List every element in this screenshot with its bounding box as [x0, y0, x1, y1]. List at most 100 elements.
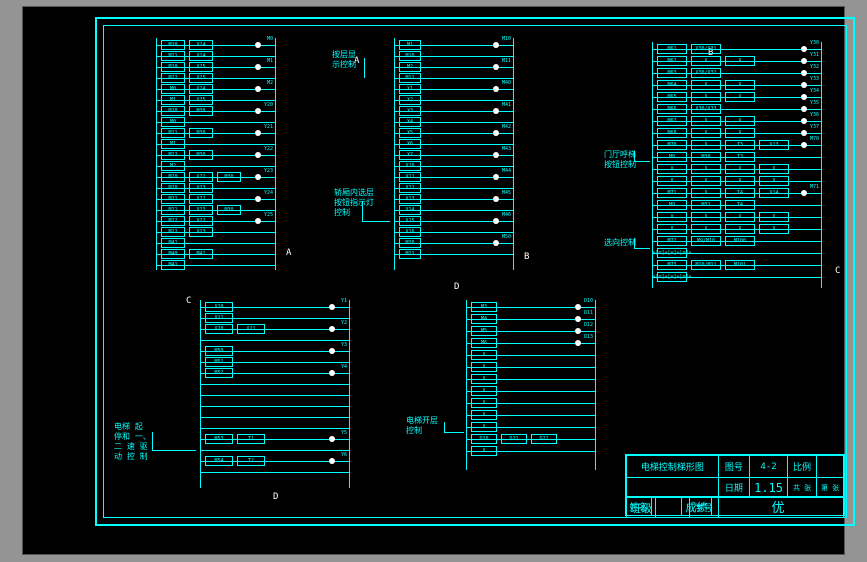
- ladder-contact: M31: [691, 200, 721, 210]
- leader-line: [362, 221, 390, 222]
- anno-e1-text: 门厅呼梯按钮控制: [604, 150, 636, 169]
- ladder-contact: X10: [399, 161, 421, 171]
- ladder-contact: M20: [161, 172, 185, 182]
- ladder-contact: M73: [657, 260, 687, 270]
- ladder-contact: M5: [471, 326, 497, 336]
- ladder-contact: X: [725, 176, 755, 186]
- ladder-contact: X13: [399, 194, 421, 204]
- ladder-contact: X13: [759, 140, 789, 150]
- ladder-contact: X: [657, 224, 687, 234]
- ladder-contact: X30/X32: [691, 68, 721, 78]
- pages-label: 共 张: [788, 478, 817, 498]
- mark-b2: B: [524, 252, 529, 262]
- ladder-coil-label: M46: [502, 212, 511, 218]
- anno-a: 按层显示控制: [332, 50, 372, 70]
- ladder-contact: M20: [399, 238, 421, 248]
- ladder-block-d: M3D10M4D11M5D12M6D13XXXXXXXD20D21D22X: [466, 300, 596, 470]
- ladder-contact: M40: [161, 249, 185, 259]
- ladder-contact: M21: [161, 128, 185, 138]
- ladder-contact: X: [691, 224, 721, 234]
- sheetno-label: 图号: [718, 456, 749, 478]
- ladder-coil-label: D13: [584, 334, 593, 340]
- ladder-coil-label: M0: [267, 36, 273, 42]
- ladder-coil-label: Y6: [341, 452, 347, 458]
- ladder-contact: X: [725, 80, 755, 90]
- ladder-contact: M6: [471, 338, 497, 348]
- ladder-contact: M51: [205, 357, 233, 367]
- ladder-contact: X: [725, 116, 755, 126]
- anno-c-text: 电梯 起停和 一、二 速 驱动 控 制: [114, 422, 151, 461]
- ladder-contact: X: [471, 422, 497, 432]
- sheetno: 4-2: [750, 456, 788, 478]
- ladder-contact: T3: [725, 140, 755, 150]
- scale-label: 比例: [788, 456, 817, 478]
- ladder-contact: X: [691, 128, 721, 138]
- ladder-contact: M30: [217, 205, 241, 215]
- ladder-contact: M1: [399, 40, 421, 50]
- ladder-contact: X30/X31: [691, 44, 721, 54]
- ladder-contact: T4: [725, 200, 755, 210]
- ladder-coil-label: Y3: [341, 342, 347, 348]
- ladder-contact: M2: [399, 62, 421, 72]
- drawing-title: 电梯控制梯形图: [627, 456, 719, 478]
- grade: 优: [712, 497, 844, 516]
- ladder-contact: X14: [759, 188, 789, 198]
- ladder-contact: M21: [399, 249, 421, 259]
- ladder-coil-label: M41: [502, 102, 511, 108]
- title-block: 电梯控制梯形图 图号 4-2 比例 日期 1.15 共 张 第 张 班级 学号: [625, 454, 845, 516]
- anno-e2-text: 选向控制: [604, 238, 636, 247]
- ladder-contact: M22: [161, 227, 185, 237]
- ladder-contact: M64: [657, 80, 687, 90]
- ladder-contact: X30/X33: [691, 104, 721, 114]
- ladder-contact: M30: [189, 150, 213, 160]
- ladder-contact: X: [759, 224, 789, 234]
- ladder-contact: X24: [189, 84, 213, 94]
- ladder-contact: X: [691, 164, 721, 174]
- mark-c-east: C: [835, 266, 840, 276]
- ladder-contact: M100: [725, 236, 755, 246]
- ladder-contact: X11: [399, 172, 421, 182]
- ladder-contact: X16: [399, 227, 421, 237]
- ladder-contact: X: [725, 224, 755, 234]
- ladder-contact: M66: [657, 104, 687, 114]
- leader-line: [444, 432, 464, 433]
- ladder-coil-label: M71: [810, 184, 819, 190]
- ladder-contact: X: [657, 212, 687, 222]
- mark-a2: A: [286, 248, 291, 258]
- ladder-contact: M65: [657, 92, 687, 102]
- ladder-contact: M52: [205, 368, 233, 378]
- ladder-contact: M41: [161, 260, 185, 270]
- leader-line: [634, 238, 635, 248]
- ladder-contact: X: [657, 164, 687, 174]
- ladder-contact: T4: [725, 188, 755, 198]
- ladder-contact: X21: [237, 324, 265, 334]
- ladder-coil-label: Y35: [810, 100, 819, 106]
- ladder-coil-label: M50: [502, 234, 511, 240]
- ladder-contact: X: [691, 188, 721, 198]
- ladder-coil-label: Y23: [264, 168, 273, 174]
- ladder-contact: X: [691, 56, 721, 66]
- ladder-contact: T3: [725, 152, 755, 162]
- ladder-contact: X20: [205, 302, 233, 312]
- ladder-contact: X4: [399, 117, 421, 127]
- ladder-coil-label: M1: [267, 58, 273, 64]
- anno-c: 电梯 起停和 一、二 速 驱动 控 制: [114, 422, 164, 462]
- ladder-contact: X: [759, 176, 789, 186]
- leader-line: [364, 58, 365, 78]
- ladder-coil-label: Y32: [810, 64, 819, 70]
- ladder-contact: M9/M10: [691, 236, 721, 246]
- ladder-coil-label: Y30: [810, 40, 819, 46]
- leader-line: [634, 161, 650, 162]
- ladder-contact: M50: [205, 346, 233, 356]
- leader-line: [634, 248, 650, 249]
- ladder-contact: X23: [189, 205, 213, 215]
- ladder-contact: M41: [161, 238, 185, 248]
- ladder-contact: X3: [399, 106, 421, 116]
- ladder-contact: X: [725, 92, 755, 102]
- ladder-coil-label: M42: [502, 124, 511, 130]
- ladder-contact: D22: [531, 434, 557, 444]
- ladder-contact: X: [691, 140, 721, 150]
- ladder-coil-label: Y20: [264, 102, 273, 108]
- mark-d1: D: [454, 282, 459, 292]
- leader-line: [362, 201, 363, 221]
